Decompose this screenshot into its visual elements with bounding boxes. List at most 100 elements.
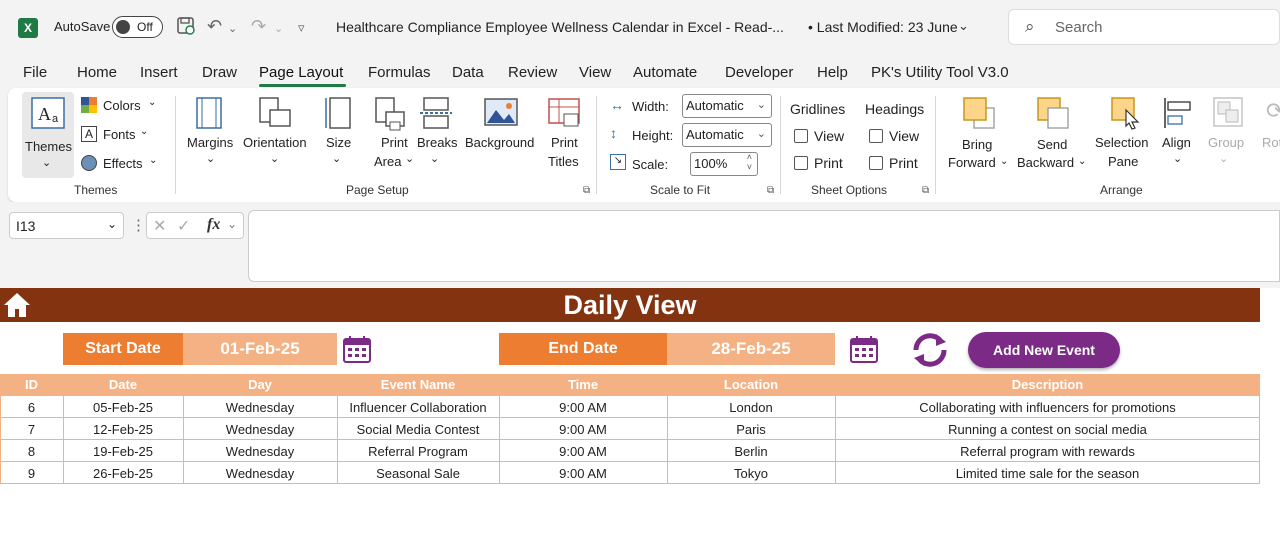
cell-time: 9:00 AM [559,444,607,459]
tab-view[interactable]: View [579,64,611,81]
send-backward-button[interactable]: Send [1037,135,1067,154]
rotate-button[interactable]: Rota [1262,133,1280,152]
grid-line [835,374,836,484]
gridlines-print-checkbox[interactable] [794,156,808,170]
customize-toolbar-icon[interactable]: ▿ [298,20,305,36]
start-date-label: Start Date [63,333,183,365]
divider [596,96,597,194]
scale-value: 100% [694,156,728,171]
undo-dropdown-icon[interactable]: ⌄ [228,22,237,35]
cell-date: 12-Feb-25 [93,422,153,437]
redo-dropdown-icon[interactable]: ⌄ [274,22,283,35]
grid-line [1259,374,1260,484]
sheet-options-launcher-icon[interactable]: ⧉ [922,185,929,196]
enter-icon[interactable]: ✓ [177,216,190,236]
selection-pane-button[interactable]: Selection [1095,133,1148,152]
spinner-up-icon[interactable]: ˄ [747,152,752,162]
excel-logo-icon: X [18,18,38,38]
scale-spinner[interactable]: 100% ˄ ˅ [690,152,758,176]
grid-line [0,374,1,484]
tab-page-layout[interactable]: Page Layout [259,64,343,81]
headings-print-checkbox[interactable] [869,156,883,170]
name-box[interactable]: I13 ⌄ [9,212,124,239]
table-row[interactable]: 7 12-Feb-25 Wednesday Social Media Conte… [0,418,1260,440]
divider [175,96,176,194]
toggle-state: Off [137,20,153,34]
table-row[interactable]: 8 19-Feb-25 Wednesday Referral Program 9… [0,440,1260,462]
tab-file[interactable]: File [23,64,47,81]
height-dropdown[interactable]: Automatic ⌄ [682,123,772,147]
cancel-icon[interactable]: ✕ [153,216,166,236]
autosave-toggle[interactable]: Off [112,16,163,38]
header-band: Daily View [0,288,1260,322]
table-row[interactable]: 9 26-Feb-25 Wednesday Seasonal Sale 9:00… [0,462,1260,484]
width-dropdown[interactable]: Automatic ⌄ [682,94,772,118]
redo-icon[interactable]: ↷ [251,16,266,37]
refresh-icon[interactable] [910,332,950,368]
print-area-button[interactable]: Print [381,133,408,152]
tab-home[interactable]: Home [77,64,117,81]
insert-function-icon[interactable]: fx [207,216,220,234]
page-setup-group-label: Page Setup [346,183,409,197]
scale-to-fit-launcher-icon[interactable]: ⧉ [767,185,774,196]
print-titles-button[interactable]: Print [551,133,578,152]
gridlines-label: Gridlines [790,101,846,117]
table-row[interactable]: 6 05-Feb-25 Wednesday Influencer Collabo… [0,396,1260,418]
more-options-icon[interactable]: ⋮ [131,216,146,234]
cell-description: Collaborating with influencers for promo… [919,400,1176,415]
fonts-button[interactable]: Fonts [103,127,136,142]
page-setup-launcher-icon[interactable]: ⧉ [583,185,590,196]
start-date-value[interactable]: 01-Feb-25 [183,333,337,365]
tab-help[interactable]: Help [817,64,848,81]
tab-insert[interactable]: Insert [140,64,178,81]
colors-button[interactable]: Colors [103,98,141,113]
gridlines-view-checkbox[interactable] [794,129,808,143]
themes-button[interactable]: Aa Themes ⌄ [22,92,74,178]
headings-view-checkbox[interactable] [869,129,883,143]
tab-formulas[interactable]: Formulas [368,64,431,81]
tab-review[interactable]: Review [508,64,557,81]
search-box[interactable]: ⌕ Search [1008,9,1280,45]
cell-event-name: Referral Program [368,444,468,459]
add-new-event-button[interactable]: Add New Event [968,332,1120,368]
formula-input[interactable] [248,210,1280,282]
rotate-icon: ⟳ [1266,98,1280,123]
effects-icon [81,155,97,171]
chevron-down-icon[interactable]: ⌄ [227,217,237,231]
width-label: Width: [632,99,669,114]
height-value: Automatic [686,127,744,142]
col-header-id: ID [25,377,38,392]
headings-print-label: Print [889,155,918,171]
undo-icon[interactable]: ↶ [207,16,222,37]
end-calendar-icon[interactable] [849,334,879,364]
search-placeholder: Search [1055,19,1103,36]
tab-data[interactable]: Data [452,64,484,81]
background-button[interactable]: Background [465,133,534,152]
save-icon[interactable] [176,16,196,41]
ribbon: Aa Themes ⌄ Colors ⌄ A Fonts ⌄ Effects ⌄… [8,88,1280,202]
group-icon [1213,97,1243,127]
last-modified[interactable]: • Last Modified: 23 June [808,19,958,35]
end-date-value[interactable]: 28-Feb-25 [667,333,835,365]
chevron-down-icon[interactable]: ⌄ [958,18,969,34]
spinner-down-icon[interactable]: ˅ [747,162,752,172]
tab-utility-tool[interactable]: PK's Utility Tool V3.0 [871,64,1009,81]
chevron-down-icon: ⌄ [140,126,149,137]
document-title[interactable]: Healthcare Compliance Employee Wellness … [336,19,784,35]
bring-forward-button[interactable]: Bring [962,135,992,154]
chevron-down-icon: ⌄ [148,97,157,108]
page-title: Daily View [563,290,697,320]
tab-developer[interactable]: Developer [725,64,793,81]
tab-draw[interactable]: Draw [202,64,237,81]
width-value: Automatic [686,98,744,113]
cell-description: Running a contest on social media [948,422,1147,437]
effects-button[interactable]: Effects [103,156,143,171]
cell-location: Paris [736,422,766,437]
cell-id: 9 [27,466,36,481]
chevron-down-icon: ⌄ [430,153,440,165]
tab-automate[interactable]: Automate [633,64,697,81]
start-calendar-icon[interactable] [342,334,372,364]
home-icon[interactable] [2,291,32,319]
fonts-icon: A [81,126,97,142]
cell-event-name: Influencer Collaboration [349,400,487,415]
